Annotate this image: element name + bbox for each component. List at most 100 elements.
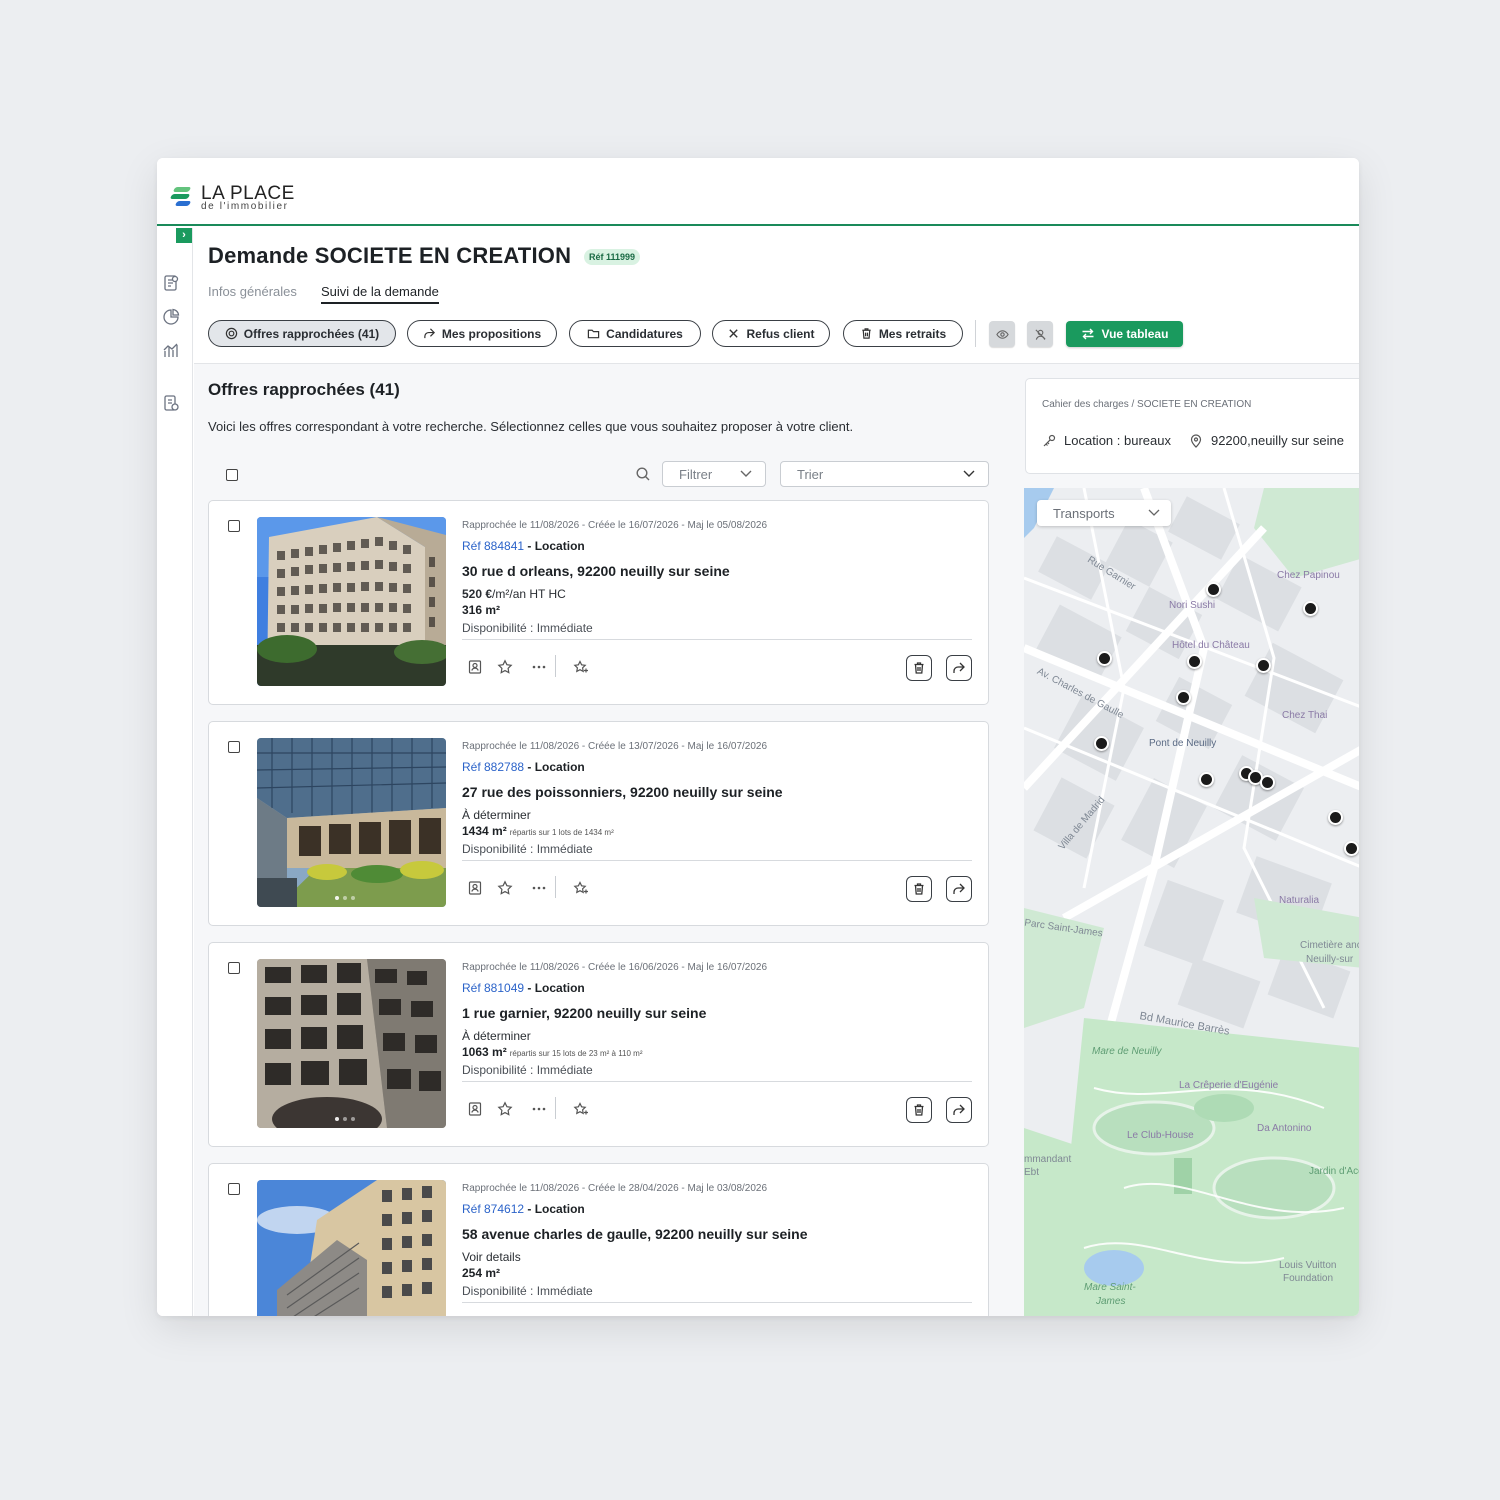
offer-availability: Disponibilité : Immédiate <box>462 842 593 856</box>
map-edge-label: mmandant <box>1024 1154 1072 1165</box>
pill-label: Candidatures <box>606 326 683 341</box>
tab-mes-retraits[interactable]: Mes retraits <box>843 320 963 347</box>
search-button[interactable] <box>635 466 651 482</box>
offer-checkbox[interactable] <box>228 962 240 974</box>
map-poi-label: Naturalia <box>1279 895 1320 906</box>
select-all-checkbox[interactable] <box>226 469 238 481</box>
map-poi-label: Chez Thai <box>1282 710 1328 721</box>
offer-surface-value: 1063 m² <box>462 1045 507 1059</box>
offer-map-pin[interactable] <box>1094 736 1109 751</box>
offer-dates: Rapprochée le 11/08/2026 - Créée le 16/0… <box>462 520 768 531</box>
vue-tableau-label: Vue tableau <box>1101 327 1169 341</box>
tab-infos-generales[interactable]: Infos générales <box>208 284 297 299</box>
filter-dropdown[interactable]: Filtrer <box>662 461 766 487</box>
offer-checkbox[interactable] <box>228 741 240 753</box>
more-options-button[interactable] <box>531 659 547 675</box>
more-options-button[interactable] <box>531 880 547 896</box>
ai-suggest-button[interactable] <box>573 659 589 675</box>
favorite-button[interactable] <box>497 1101 513 1117</box>
offer-availability: Disponibilité : Immédiate <box>462 1063 593 1077</box>
offer-type: - Location <box>524 981 585 995</box>
propose-offer-button[interactable] <box>946 655 972 681</box>
sidebar-item-analytics[interactable] <box>162 342 180 360</box>
offer-map-pin[interactable] <box>1199 772 1214 787</box>
remove-offer-button[interactable] <box>906 876 932 902</box>
sort-dropdown[interactable]: Trier <box>780 461 989 487</box>
offer-card[interactable]: Rapprochée le 11/08/2026 - Créée le 16/0… <box>208 942 989 1147</box>
eye-button[interactable] <box>989 321 1015 347</box>
sparkle-star-icon <box>573 1102 588 1115</box>
offer-address: 1 rue garnier, 92200 neuilly sur seine <box>462 1005 707 1021</box>
offer-map-pin[interactable] <box>1303 601 1318 616</box>
favorite-button[interactable] <box>497 659 513 675</box>
offer-card[interactable]: Rapprochée le 11/08/2026 - Créée le 28/0… <box>208 1163 989 1316</box>
pill-label: Refus client <box>746 326 815 341</box>
remove-offer-button[interactable] <box>906 1097 932 1123</box>
ai-suggest-button[interactable] <box>573 880 589 896</box>
offer-checkbox[interactable] <box>228 1183 240 1195</box>
tab-refus-client[interactable]: Refus client <box>712 320 830 347</box>
more-options-button[interactable] <box>531 1101 547 1117</box>
offer-map-pin[interactable] <box>1187 654 1202 669</box>
offer-map-pin[interactable] <box>1206 582 1221 597</box>
map-poi-label: Da Antonino <box>1257 1123 1312 1134</box>
contact-card-button[interactable] <box>467 1101 483 1117</box>
chevron-down-icon <box>740 470 752 477</box>
offer-checkbox[interactable] <box>228 520 240 532</box>
offer-map-pin[interactable] <box>1344 841 1359 856</box>
offer-map-pin[interactable] <box>1176 690 1191 705</box>
offer-map-pin[interactable] <box>1328 810 1343 825</box>
trash-icon <box>862 328 871 339</box>
star-icon <box>497 659 513 674</box>
offer-map-pin[interactable] <box>1256 658 1271 673</box>
offer-card[interactable]: Rapprochée le 11/08/2026 - Créée le 16/0… <box>208 500 989 705</box>
sidebar: › <box>157 228 193 1316</box>
criteria-panel: Cahier des charges / SOCIETE EN CREATION… <box>1025 378 1359 474</box>
propose-offer-button[interactable] <box>946 1097 972 1123</box>
sidebar-item-reports[interactable] <box>162 394 180 412</box>
offer-ref-link[interactable]: Réf 881049 <box>462 981 524 995</box>
contact-card-button[interactable] <box>467 659 483 675</box>
offer-photo[interactable] <box>257 959 446 1128</box>
contact-card-button[interactable] <box>467 880 483 896</box>
contact-card-icon <box>468 660 482 674</box>
offer-dates: Rapprochée le 11/08/2026 - Créée le 28/0… <box>462 1183 768 1194</box>
tab-offres-rapprochees[interactable]: Offres rapprochées (41) <box>208 320 396 347</box>
offer-photo[interactable] <box>257 1180 446 1316</box>
app-window: LA PLACE de l'immobilier › Demande SOCIE… <box>157 158 1359 1316</box>
offer-map-pin[interactable] <box>1097 651 1112 666</box>
offer-price: Voir details <box>462 1250 521 1264</box>
favorite-button[interactable] <box>497 880 513 896</box>
card-separator <box>462 1302 972 1303</box>
sidebar-item-stats[interactable] <box>162 308 180 326</box>
offer-price-value: 520 € <box>462 587 493 601</box>
propose-offer-button[interactable] <box>946 876 972 902</box>
vue-tableau-button[interactable]: Vue tableau <box>1066 321 1183 347</box>
offer-ref-link[interactable]: Réf 874612 <box>462 1202 524 1216</box>
criteria-breadcrumb[interactable]: Cahier des charges / SOCIETE EN CREATION <box>1042 399 1251 410</box>
offer-card[interactable]: Rapprochée le 11/08/2026 - Créée le 13/0… <box>208 721 989 926</box>
sidebar-expand-button[interactable]: › <box>176 228 192 243</box>
offer-photo[interactable] <box>257 517 446 686</box>
tab-suivi-demande[interactable]: Suivi de la demande <box>321 284 439 304</box>
offer-surface-value: 316 m² <box>462 603 501 617</box>
brand-logo[interactable]: LA PLACE de l'immobilier <box>169 184 295 212</box>
map-poi-label: Jardin d'Accl <box>1309 1166 1359 1177</box>
tab-candidatures[interactable]: Candidatures <box>569 320 701 347</box>
offer-photo[interactable] <box>257 738 446 907</box>
ai-suggest-button[interactable] <box>573 1101 589 1117</box>
sidebar-item-demandes[interactable] <box>162 274 180 292</box>
offer-ref-link[interactable]: Réf 882788 <box>462 760 524 774</box>
pill-label: Offres rapprochées (41) <box>243 326 380 341</box>
offer-ref-link[interactable]: Réf 884841 <box>462 539 524 553</box>
tab-mes-propositions[interactable]: Mes propositions <box>407 320 557 347</box>
trash-icon <box>914 883 924 895</box>
offer-map-pin[interactable] <box>1260 775 1275 790</box>
map-view[interactable]: Transports Rue Garnier Av. Charles de Ga… <box>1024 488 1359 1316</box>
map-edge-label: Ebt <box>1024 1167 1040 1178</box>
transports-dropdown[interactable]: Transports <box>1037 500 1171 526</box>
map-poi-label: Foundation <box>1283 1273 1334 1284</box>
hide-contact-button[interactable] <box>1027 321 1053 347</box>
map-poi-label: Le Club-House <box>1127 1130 1194 1141</box>
remove-offer-button[interactable] <box>906 655 932 681</box>
